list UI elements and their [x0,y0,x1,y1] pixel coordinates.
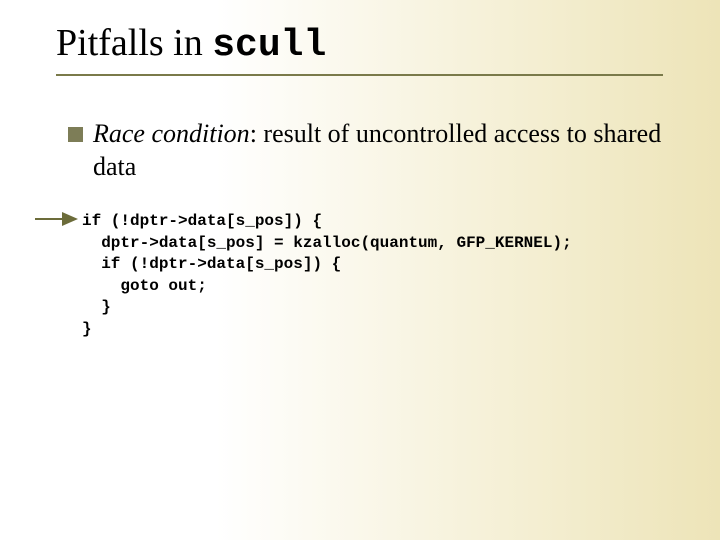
bullet-square-icon [68,127,83,142]
title-block: Pitfalls in scull [56,22,680,76]
code-line: dptr->data[s_pos] = kzalloc(quantum, GFP… [82,234,572,252]
title-mono: scull [212,24,326,67]
bullet-item: Race condition: result of uncontrolled a… [68,118,672,183]
title-underline [56,74,663,76]
code-line: } [82,298,111,316]
code-line: } [82,320,92,338]
code-line: if (!dptr->data[s_pos]) { [82,255,341,273]
code-line: goto out; [82,277,207,295]
arrow-right-icon [34,207,78,231]
slide-title: Pitfalls in scull [56,22,680,68]
bullet-term: Race condition [93,119,250,148]
title-prefix: Pitfalls in [56,22,212,64]
bullet-text: Race condition: result of uncontrolled a… [93,118,672,183]
slide: Pitfalls in scull Race condition: result… [0,0,720,540]
code-lines: if (!dptr->data[s_pos]) { dptr->data[s_p… [82,211,672,341]
code-line: if (!dptr->data[s_pos]) { [82,212,322,230]
slide-body: Race condition: result of uncontrolled a… [68,118,672,341]
code-block: if (!dptr->data[s_pos]) { dptr->data[s_p… [68,211,672,341]
